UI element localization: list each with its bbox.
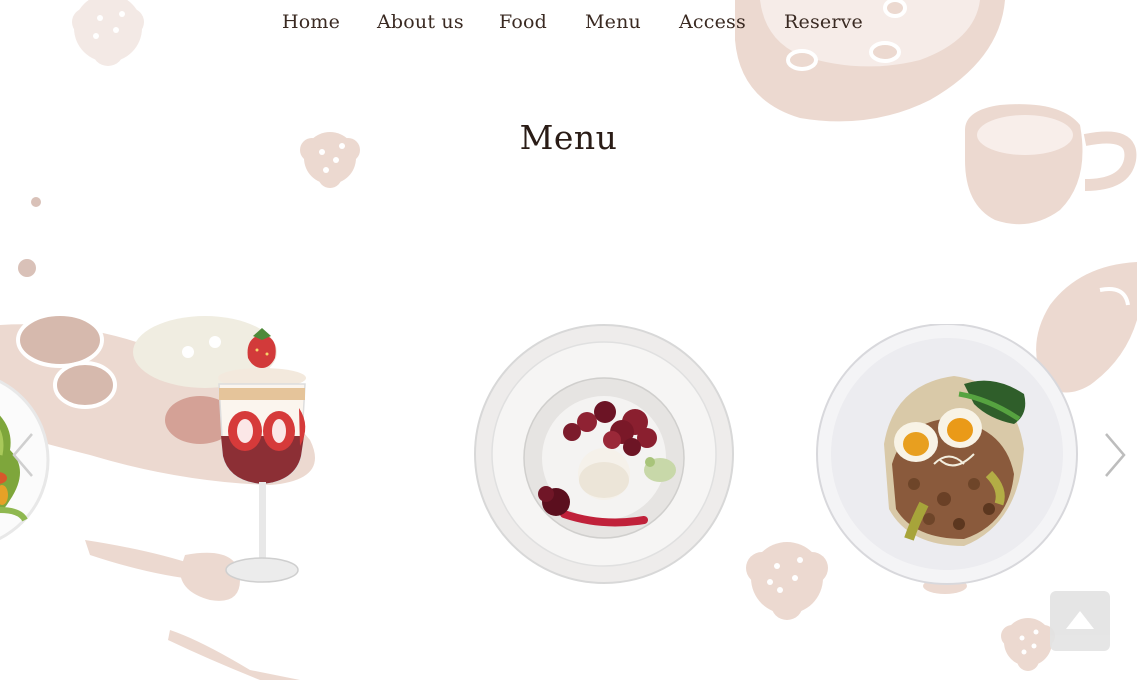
dessert-plate-photo <box>474 324 734 584</box>
carousel-prev-button[interactable] <box>6 430 40 480</box>
triangle-up-icon <box>1066 611 1094 629</box>
nav-reserve-link[interactable]: Reserve <box>784 11 863 33</box>
carousel-slide-parfait[interactable] <box>205 326 315 588</box>
nav-menu-link[interactable]: Menu <box>585 11 641 33</box>
page: Home About us Food Menu Access Reserve M… <box>0 0 1137 680</box>
nav-access-link[interactable]: Access <box>679 11 746 33</box>
nav-home-link[interactable]: Home <box>282 11 340 33</box>
nav-food-link[interactable]: Food <box>499 11 547 33</box>
main-navigation: Home About us Food Menu Access Reserve <box>0 0 1137 48</box>
page-title: Menu <box>519 118 618 157</box>
back-to-top-button[interactable] <box>1050 591 1110 651</box>
carousel-next-button[interactable] <box>1098 430 1132 480</box>
menu-carousel <box>0 300 1137 610</box>
carousel-slide-dessert[interactable] <box>472 322 736 586</box>
minced-meat-rice-bowl-photo <box>816 324 1078 585</box>
flower-deco-icon <box>1001 618 1055 671</box>
dot-deco <box>18 259 36 277</box>
chevron-right-icon <box>1105 433 1126 477</box>
chevron-left-icon <box>12 433 33 477</box>
strawberry-parfait-photo <box>218 328 306 583</box>
nav-about-link[interactable]: About us <box>377 11 464 33</box>
spoon-deco-icon <box>168 630 300 680</box>
dot-deco <box>31 197 41 207</box>
carousel-slide-rice-bowl[interactable] <box>814 324 1078 586</box>
